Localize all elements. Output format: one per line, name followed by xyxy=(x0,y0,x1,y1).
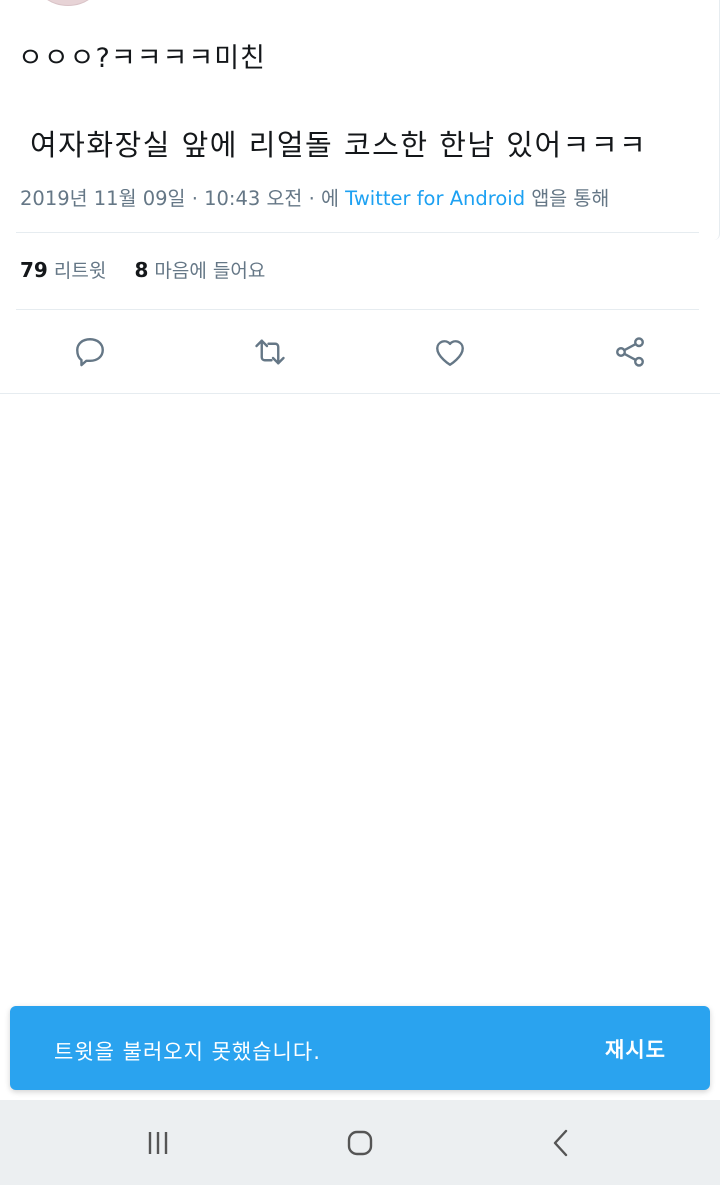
tweet-time: 10:43 오전 xyxy=(204,187,303,210)
client-link[interactable]: Twitter for Android xyxy=(345,187,525,210)
via-prefix: 에 xyxy=(320,187,339,210)
snackbar-message: 트윗을 불러오지 못했습니다. xyxy=(54,1040,321,1064)
likes-label: 마음에 들어요 xyxy=(154,260,266,282)
share-button[interactable] xyxy=(608,330,652,374)
back-icon xyxy=(553,1129,568,1157)
retry-button[interactable]: 재시도 xyxy=(605,1034,666,1064)
divider xyxy=(16,232,699,233)
tweet-stats: 79 리트윗 8 마음에 들어요 xyxy=(20,256,265,283)
share-icon xyxy=(616,337,644,367)
retweets-label: 리트윗 xyxy=(53,260,107,282)
likes-count: 8 xyxy=(134,258,149,282)
retweets-count: 79 xyxy=(20,258,48,282)
tweet-reply-text: ㅇㅇㅇ?ㅋㅋㅋㅋ미친 xyxy=(18,43,266,74)
dot-separator: · xyxy=(191,187,198,210)
recent-apps-icon xyxy=(148,1132,168,1154)
like-icon xyxy=(436,340,464,366)
dot-separator: · xyxy=(308,187,315,210)
tweet-actions xyxy=(0,330,720,376)
back-button[interactable] xyxy=(532,1120,592,1166)
retweet-icon xyxy=(255,339,285,365)
home-button[interactable] xyxy=(330,1120,390,1166)
system-navigation-bar xyxy=(0,1100,720,1185)
recent-apps-button[interactable] xyxy=(128,1120,188,1166)
scroll-edge xyxy=(714,0,720,240)
via-suffix: 앱을 통해 xyxy=(531,187,610,210)
tweet-text: 여자화장실 앞에 리얼돌 코스한 한남 있어ㅋㅋㅋ xyxy=(30,128,648,162)
like-button[interactable] xyxy=(428,330,472,374)
tweet-date: 2019년 11월 09일 xyxy=(20,187,186,210)
reply-button[interactable] xyxy=(68,330,112,374)
divider xyxy=(0,393,720,394)
divider xyxy=(16,309,699,310)
retweets-stat[interactable]: 79 리트윗 xyxy=(20,258,112,282)
error-snackbar: 트윗을 불러오지 못했습니다. 재시도 xyxy=(10,1006,710,1090)
tweet-meta: 2019년 11월 09일 · 10:43 오전 · 에 Twitter for… xyxy=(20,182,710,211)
home-icon xyxy=(347,1130,373,1156)
reply-icon xyxy=(76,338,104,367)
avatar[interactable] xyxy=(36,0,100,6)
likes-stat[interactable]: 8 마음에 들어요 xyxy=(134,258,266,282)
retweet-button[interactable] xyxy=(248,330,292,374)
